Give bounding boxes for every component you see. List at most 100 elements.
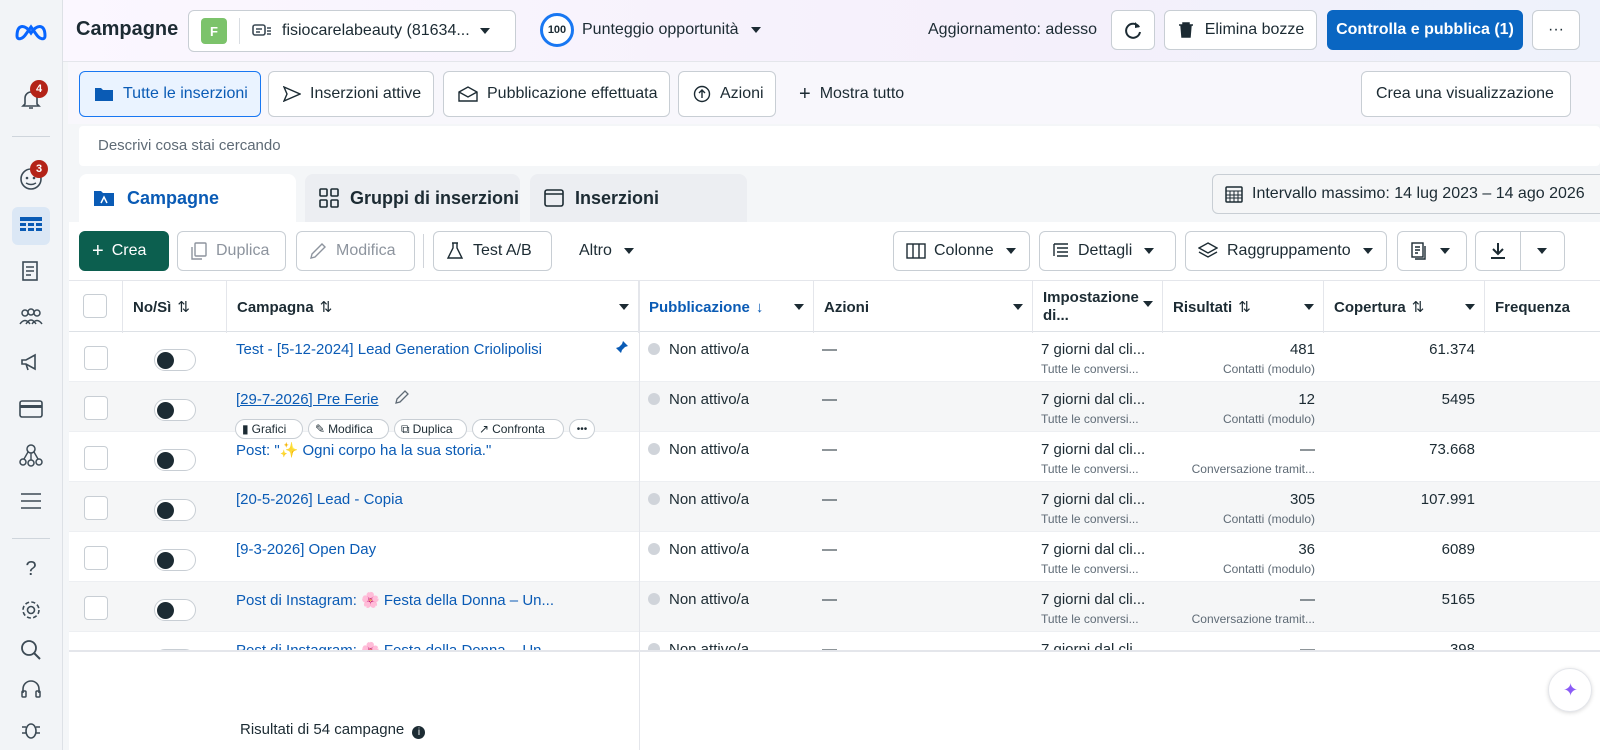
campaign-toggle[interactable]: [154, 349, 196, 371]
campaign-toggle[interactable]: [154, 499, 196, 521]
publish-button[interactable]: Controlla e pubblica (1): [1327, 10, 1523, 50]
actions-value: —: [822, 341, 837, 358]
row-checkbox[interactable]: [84, 346, 108, 370]
account-selector[interactable]: F fisiocarelabeauty (81634...: [188, 10, 516, 52]
face-icon[interactable]: 3: [12, 160, 50, 198]
table-row[interactable]: [29-7-2026] Pre Ferie ▮ Grafici ✎ Modifica…: [69, 382, 1600, 439]
row-checkbox[interactable]: [84, 396, 108, 420]
edit-button[interactable]: Modifica: [296, 231, 415, 271]
table-row[interactable]: Post di Instagram: 🌸 Festa della Donna –…: [69, 632, 1600, 652]
more-options-button[interactable]: ···: [1532, 10, 1580, 50]
campaign-name-link[interactable]: Post: "✨ Ogni corpo ha la sua storia.": [236, 441, 606, 459]
table-row[interactable]: [20-5-2026] Lead - Copia Non attivo/a — …: [69, 482, 1600, 532]
menu-icon[interactable]: [12, 482, 50, 520]
column-results[interactable]: Risultati ⇅: [1163, 281, 1324, 333]
column-reach[interactable]: Copertura ⇅: [1324, 281, 1485, 333]
create-view-button[interactable]: Crea una visualizzazione: [1361, 71, 1571, 117]
bug-icon[interactable]: [12, 710, 50, 748]
campaign-name-link[interactable]: Post di Instagram: 🌸 Festa della Donna –…: [236, 641, 606, 650]
document-icon[interactable]: [12, 252, 50, 290]
meta-logo-icon[interactable]: [12, 12, 50, 50]
date-range-label: Intervallo massimo: 14 lug 2023 – 14 ago…: [1252, 185, 1585, 202]
search-icon[interactable]: [12, 631, 50, 669]
bell-icon[interactable]: 4: [12, 80, 50, 118]
campaign-toggle[interactable]: [154, 399, 196, 421]
opportunity-score[interactable]: 100 Punteggio opportunità: [540, 13, 761, 47]
campaign-name-link[interactable]: Test - [5-12-2024] Lead Generation Criol…: [236, 341, 606, 358]
select-all-header: [69, 281, 123, 333]
table-row[interactable]: Post di Instagram: 🌸 Festa della Donna –…: [69, 582, 1600, 632]
report-icon: [1411, 242, 1426, 260]
table-row[interactable]: Post: "✨ Ogni corpo ha la sua storia." N…: [69, 432, 1600, 482]
sort-icon: ⇅: [1238, 299, 1251, 316]
filter-active-ads[interactable]: Inserzioni attive: [268, 71, 434, 117]
results-sub: Contatti (modulo): [1222, 562, 1315, 576]
card-icon[interactable]: [12, 390, 50, 428]
megaphone-icon[interactable]: [12, 343, 50, 381]
network-icon[interactable]: [12, 436, 50, 474]
create-button[interactable]: + Crea: [79, 231, 169, 271]
help-icon[interactable]: ?: [12, 550, 50, 588]
report-dropdown[interactable]: [1397, 231, 1467, 271]
table-row[interactable]: [9-3-2026] Open Day Non attivo/a — 7 gio…: [69, 532, 1600, 582]
campaign-name-link[interactable]: [29-7-2026] Pre Ferie: [236, 391, 379, 408]
grouping-dropdown[interactable]: Raggruppamento: [1185, 231, 1387, 271]
pencil-icon[interactable]: [394, 389, 410, 408]
people-icon[interactable]: [12, 298, 50, 336]
row-checkbox[interactable]: [84, 596, 108, 620]
row-checkbox[interactable]: [84, 546, 108, 570]
row-checkbox[interactable]: [84, 446, 108, 470]
campaign-toggle[interactable]: [154, 549, 196, 571]
ab-test-button[interactable]: Test A/B: [433, 231, 552, 271]
details-dropdown[interactable]: Dettagli: [1039, 231, 1176, 271]
select-all-checkbox[interactable]: [83, 294, 107, 318]
assistant-bubble[interactable]: ✦: [1548, 668, 1592, 712]
refresh-button[interactable]: [1111, 10, 1155, 50]
filter-published-label: Pubblicazione effettuata: [487, 85, 658, 102]
filter-published[interactable]: Pubblicazione effettuata: [443, 71, 670, 117]
grid-icon: [319, 188, 339, 208]
create-label: Crea: [111, 242, 147, 259]
table-icon[interactable]: [12, 207, 50, 245]
attribution-sub: Tutte le conversi...: [1041, 362, 1139, 376]
campaign-toggle[interactable]: [154, 649, 196, 650]
tab-campaigns[interactable]: Campagne: [79, 174, 296, 222]
info-icon[interactable]: i: [412, 726, 426, 739]
campaign-name-link[interactable]: Post di Instagram: 🌸 Festa della Donna –…: [236, 591, 606, 609]
search-input[interactable]: Descrivi cosa stai cercando: [98, 137, 281, 154]
column-delivery[interactable]: Pubblicazione ↓: [639, 281, 814, 333]
filter-actions[interactable]: Azioni: [678, 71, 776, 117]
score-value: 100: [540, 13, 574, 47]
column-campaign[interactable]: Campagna ⇅: [227, 281, 639, 333]
export-button[interactable]: [1475, 231, 1565, 271]
duplicate-button[interactable]: Duplica: [177, 231, 286, 271]
plus-icon: +: [799, 82, 811, 105]
row-checkbox[interactable]: [84, 496, 108, 520]
delete-drafts-button[interactable]: Elimina bozze: [1164, 10, 1317, 50]
toggle-knob: [157, 502, 174, 519]
campaign-toggle[interactable]: [154, 449, 196, 471]
other-label: Altro: [579, 242, 612, 259]
columns-dropdown[interactable]: Colonne: [893, 231, 1030, 271]
campaign-name-link[interactable]: [20-5-2026] Lead - Copia: [236, 491, 606, 508]
status-dot: [648, 543, 660, 555]
filter-all-ads[interactable]: Tutte le inserzioni: [79, 71, 261, 117]
headset-icon[interactable]: [12, 671, 50, 709]
toggle-knob: [157, 452, 174, 469]
send-icon: [283, 86, 301, 102]
tab-adsets[interactable]: Gruppi di inserzioni: [305, 174, 520, 222]
other-dropdown[interactable]: Altro: [566, 231, 647, 271]
tab-ads[interactable]: Inserzioni: [530, 174, 747, 222]
column-frequency[interactable]: Frequenza: [1485, 281, 1600, 333]
show-all-button[interactable]: + Mostra tutto: [784, 71, 919, 117]
gear-icon[interactable]: [12, 591, 50, 629]
column-actions[interactable]: Azioni: [814, 281, 1033, 333]
campaign-toggle[interactable]: [154, 599, 196, 621]
column-attribution[interactable]: Impostazione di...: [1033, 281, 1163, 333]
column-onoff[interactable]: No/Sì ⇅: [123, 281, 227, 333]
date-range-picker[interactable]: Intervallo massimo: 14 lug 2023 – 14 ago…: [1212, 174, 1600, 214]
campaign-name-link[interactable]: [9-3-2026] Open Day: [236, 541, 606, 558]
actions-value: —: [822, 391, 837, 408]
table-row[interactable]: Test - [5-12-2024] Lead Generation Criol…: [69, 332, 1600, 382]
search-bar[interactable]: Descrivi cosa stai cercando: [79, 126, 1600, 166]
